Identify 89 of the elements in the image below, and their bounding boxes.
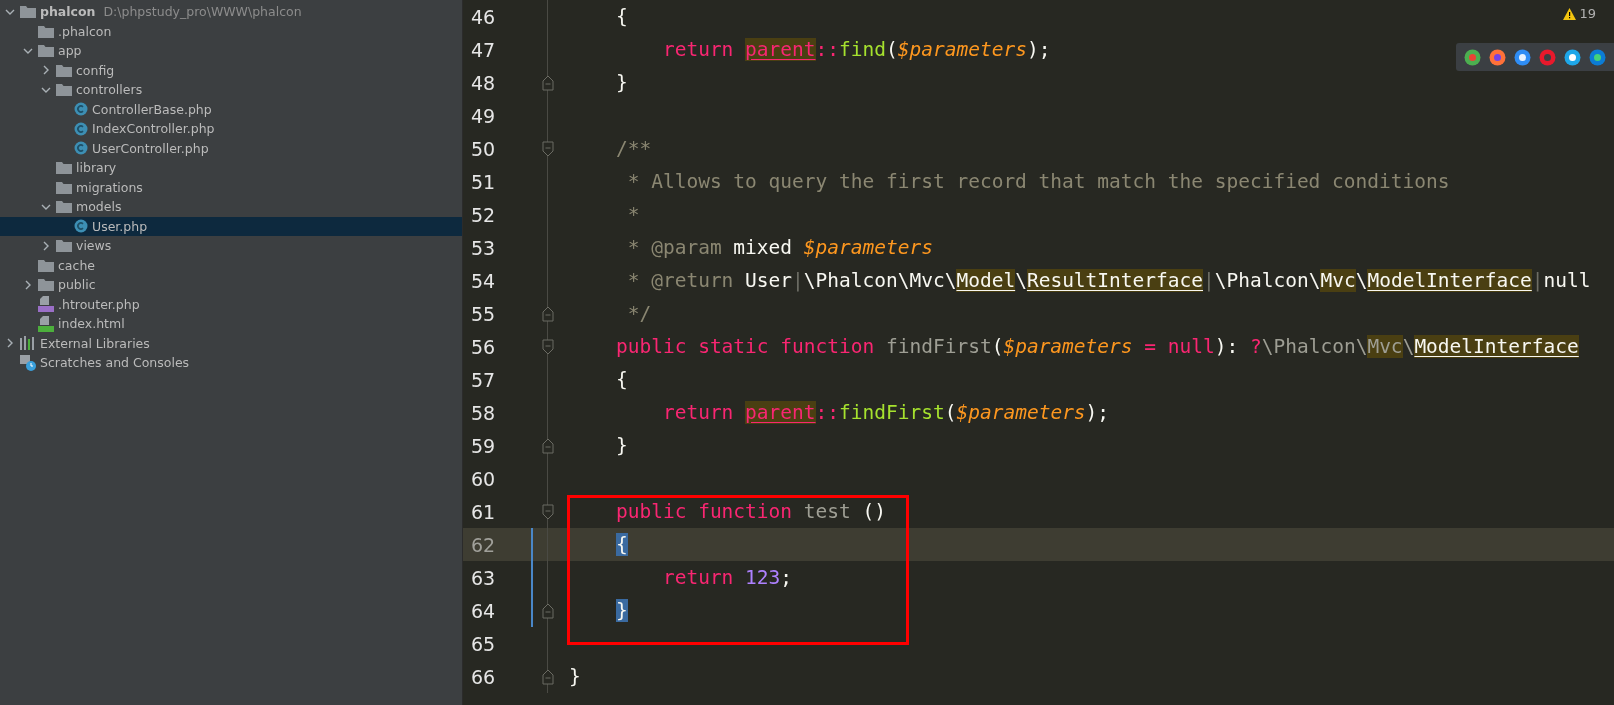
tree-item[interactable]: cache <box>0 255 462 275</box>
html-file-icon <box>38 315 54 332</box>
code-line: return parent::findFirst($parameters); <box>661 401 1110 424</box>
tree-item[interactable]: .htrouter.php <box>0 294 462 314</box>
line-number: 60 <box>470 467 497 490</box>
php-file-icon <box>38 296 54 313</box>
line-number: 47 <box>470 38 497 61</box>
fold-marker-icon[interactable] <box>542 602 554 619</box>
class-icon <box>74 121 88 136</box>
code-line: { <box>614 368 628 391</box>
fold-marker-icon[interactable] <box>542 140 554 157</box>
tree-item[interactable]: ControllerBase.php <box>0 99 462 119</box>
line-number: 49 <box>470 104 497 127</box>
line-number: 62 <box>470 533 497 556</box>
line-number: 56 <box>470 335 497 358</box>
browser-icon[interactable] <box>1564 48 1581 66</box>
code-line: /** <box>614 137 652 160</box>
tree-item[interactable]: library <box>0 158 462 178</box>
tree-item[interactable]: .phalcon <box>0 21 462 41</box>
class-icon <box>74 141 88 156</box>
tree-item[interactable]: UserController.php <box>0 138 462 158</box>
fold-marker-icon[interactable] <box>542 503 554 520</box>
code-line: * Allows to query the first record that match the specified conditions <box>626 170 1450 193</box>
code-line: * @return User|\Phalcon\Mvc\Model\ResultInterface|\Phalcon\Mvc\ModelInterface|null <box>626 269 1591 292</box>
line-number: 52 <box>470 203 497 226</box>
warning-count: 19 <box>1579 6 1596 21</box>
line-number: 46 <box>470 5 497 28</box>
line-number: 55 <box>470 302 497 325</box>
folder-icon <box>38 24 54 38</box>
folder-icon <box>56 63 72 77</box>
fold-marker-icon[interactable] <box>542 668 554 685</box>
fold-marker-icon[interactable] <box>542 437 554 454</box>
folder-icon <box>56 161 72 175</box>
project-path: D:\phpstudy_pro\WWW\phalcon <box>103 4 302 20</box>
tree-item[interactable]: migrations <box>0 177 462 197</box>
tree-item[interactable]: User.php <box>0 216 462 236</box>
folder-icon <box>56 83 72 97</box>
code-line: public static function findFirst($parameters = null): ?\Phalcon\Mvc\ModelInterface <box>614 335 1579 358</box>
line-number: 57 <box>470 368 497 391</box>
tree-item[interactable]: IndexController.php <box>0 119 462 139</box>
browser-icon[interactable] <box>1589 48 1606 66</box>
code-line: public function test () <box>614 500 886 523</box>
fold-marker-icon[interactable] <box>542 338 554 355</box>
line-number: 66 <box>470 665 497 688</box>
tree-item[interactable]: controllers <box>0 80 462 100</box>
code-line: return 123; <box>661 566 793 589</box>
tree-item[interactable]: External Libraries <box>0 333 462 353</box>
line-number: 61 <box>470 500 497 523</box>
tree-item[interactable]: phalcon D:\phpstudy_pro\WWW\phalcon <box>0 2 462 22</box>
folder-icon <box>38 258 54 272</box>
warning-icon[interactable] <box>1563 7 1577 20</box>
line-number: 63 <box>470 566 497 589</box>
line-number: 59 <box>470 434 497 457</box>
code-line: } <box>569 665 581 688</box>
code-line: } <box>614 434 628 457</box>
tree-item[interactable]: config <box>0 60 462 80</box>
line-number: 53 <box>470 236 497 259</box>
code-line: * @param mixed $parameters <box>626 236 933 259</box>
browser-icon[interactable] <box>1514 48 1531 66</box>
line-number: 51 <box>470 170 497 193</box>
code-line: * <box>626 203 640 226</box>
line-number: 54 <box>470 269 497 292</box>
scratches-icon <box>20 354 36 371</box>
folder-icon <box>56 200 72 214</box>
code-line: { <box>614 5 628 28</box>
folder-icon <box>38 44 54 58</box>
line-number: 64 <box>470 599 497 622</box>
fold-marker-icon[interactable] <box>542 305 554 322</box>
fold-marker-icon[interactable] <box>542 74 554 91</box>
tree-item[interactable]: views <box>0 236 462 256</box>
libraries-icon <box>20 336 36 351</box>
line-number: 50 <box>470 137 497 160</box>
tree-item[interactable]: app <box>0 41 462 61</box>
tree-item[interactable]: Scratches and Consoles <box>0 353 462 373</box>
code-line: */ <box>626 302 652 325</box>
folder-icon <box>56 239 72 253</box>
line-number: 65 <box>470 632 497 655</box>
tree-item[interactable]: models <box>0 197 462 217</box>
folder-icon <box>56 180 72 194</box>
tree-item[interactable]: index.html <box>0 314 462 334</box>
tree-item[interactable]: public <box>0 275 462 295</box>
line-number: 48 <box>470 71 497 94</box>
code-line: return parent::find($parameters); <box>661 38 1051 61</box>
class-icon <box>74 219 88 234</box>
folder-icon <box>38 278 54 292</box>
class-icon <box>74 102 88 117</box>
code-line: } <box>614 71 628 94</box>
folder-icon <box>20 5 36 19</box>
line-number: 58 <box>470 401 497 424</box>
